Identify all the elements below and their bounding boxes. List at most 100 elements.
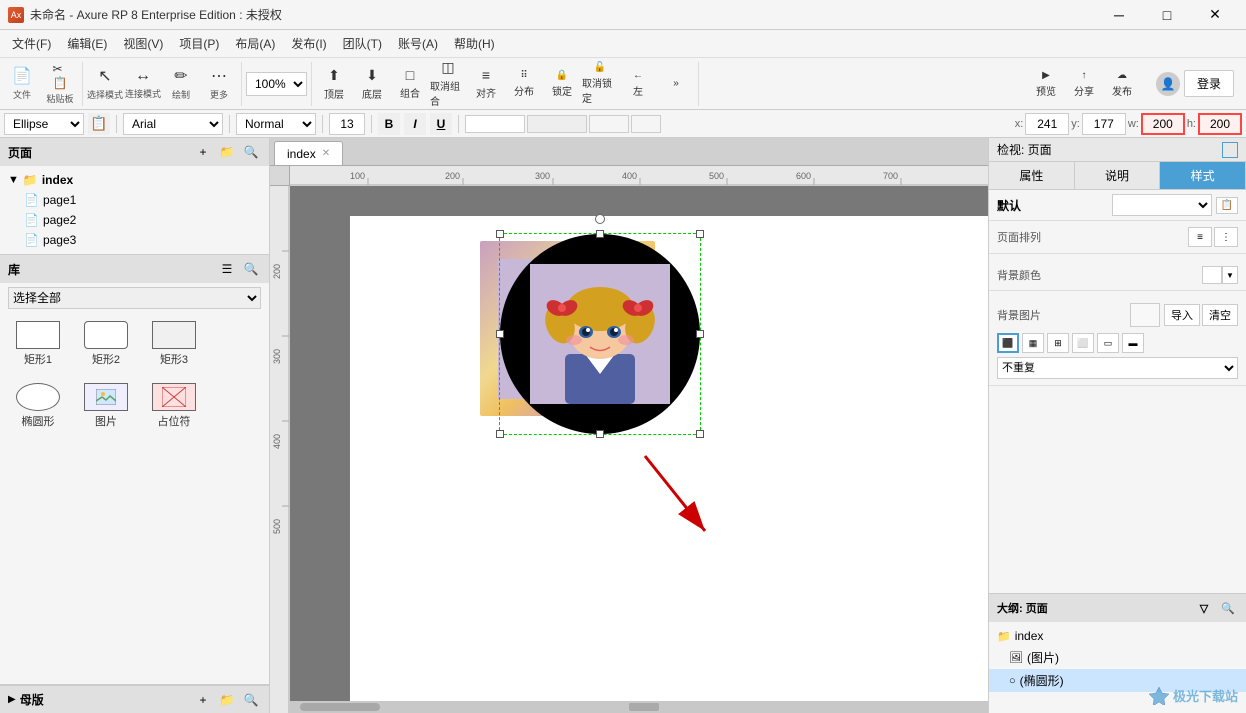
library-menu-btn[interactable]: ☰	[217, 259, 237, 279]
font-size-input[interactable]	[329, 113, 365, 135]
handle-tm[interactable]	[596, 230, 604, 238]
layer-image[interactable]: 🖼 (图片)	[989, 646, 1246, 669]
menu-publish[interactable]: 发布(I)	[283, 31, 334, 56]
masters-folder-btn[interactable]: 📁	[217, 690, 237, 710]
library-search-btn[interactable]: 🔍	[241, 259, 261, 279]
library-type-select[interactable]: 选择全部	[8, 287, 261, 309]
handle-tr[interactable]	[696, 230, 704, 238]
bg-color-dropdown[interactable]: ▼	[1222, 266, 1238, 284]
layout-left-btn[interactable]: ⋮	[1214, 227, 1238, 247]
library-item-image[interactable]: 图片	[76, 379, 136, 433]
shape-type-select[interactable]: Ellipse Rectangle	[4, 113, 84, 135]
bg-repeat-select[interactable]: 不重复	[997, 357, 1238, 379]
bg-clear-btn[interactable]: 清空	[1202, 304, 1238, 326]
library-item-rect2[interactable]: 矩形2	[76, 317, 136, 371]
toolbar-align-btn[interactable]: ≡ 对齐	[468, 64, 504, 104]
library-item-ellipse[interactable]: 椭圆形	[8, 379, 68, 433]
toolbar-left-btn[interactable]: ← 左	[620, 64, 656, 104]
bold-btn[interactable]: B	[378, 113, 400, 135]
page-tree-item-page3[interactable]: 📄 page3	[0, 230, 269, 250]
toolbar-file-btn[interactable]: 📄 文件	[4, 64, 40, 104]
pattern-btn-4[interactable]: ⬜	[1072, 333, 1094, 353]
layer-index[interactable]: 📁 index	[989, 626, 1246, 646]
login-button[interactable]: 登录	[1184, 70, 1234, 97]
toolbar-unlock-btn[interactable]: 🔓 取消锁定	[582, 64, 618, 104]
toolbar-distribute-btn[interactable]: ⠿ 分布	[506, 64, 542, 104]
pages-folder-btn[interactable]: 📁	[217, 142, 237, 162]
toolbar-publish-btn[interactable]: ☁ 发布	[1104, 64, 1140, 104]
masters-search-btn[interactable]: 🔍	[241, 690, 261, 710]
italic-btn[interactable]: I	[404, 113, 426, 135]
toolbar-top-layer-btn[interactable]: ⬆ 顶层	[316, 64, 352, 104]
font-style-select[interactable]: Normal Bold Italic	[236, 113, 316, 135]
pattern-btn-2[interactable]: ▦	[1022, 333, 1044, 353]
toolbar-preview-btn[interactable]: ▶ 预览	[1028, 64, 1064, 104]
page-tree-item-index[interactable]: ▼ 📁 index	[0, 170, 269, 190]
h-scroll-thumb[interactable]	[300, 703, 380, 711]
toolbar-lock-btn[interactable]: 🔒 锁定	[544, 64, 580, 104]
pattern-btn-1[interactable]: ⬛	[997, 333, 1019, 353]
y-input[interactable]	[1082, 113, 1126, 135]
menu-layout[interactable]: 布局(A)	[227, 31, 283, 56]
layers-filter-btn[interactable]: ▽	[1194, 598, 1214, 618]
toolbar-select-mode-btn[interactable]: ↖ 选择模式	[87, 64, 123, 104]
toolbar-draw-btn[interactable]: ✏ 绘制	[163, 64, 199, 104]
pages-search-btn[interactable]: 🔍	[241, 142, 261, 162]
toolbar-more2-btn[interactable]: »	[658, 64, 694, 104]
handle-ml[interactable]	[496, 330, 504, 338]
h-scrollbar[interactable]	[270, 701, 988, 713]
font-copy-btn[interactable]: 📋	[88, 113, 110, 135]
rotation-handle[interactable]	[595, 214, 605, 224]
masters-add-btn[interactable]: +	[193, 690, 213, 710]
pattern-btn-6[interactable]: ▬	[1122, 333, 1144, 353]
page-tree-item-page2[interactable]: 📄 page2	[0, 210, 269, 230]
ellipse-element[interactable]	[500, 234, 700, 434]
canvas-scroll-area[interactable]	[290, 186, 988, 701]
menu-file[interactable]: 文件(F)	[4, 31, 59, 56]
minimize-button[interactable]: ─	[1096, 0, 1142, 30]
handle-br[interactable]	[696, 430, 704, 438]
menu-edit[interactable]: 编辑(E)	[59, 31, 115, 56]
menu-account[interactable]: 账号(A)	[390, 31, 446, 56]
menu-view[interactable]: 视图(V)	[115, 31, 171, 56]
handle-tl[interactable]	[496, 230, 504, 238]
tab-notes[interactable]: 说明	[1075, 162, 1161, 189]
toolbar-group-btn[interactable]: □ 组合	[392, 64, 428, 104]
x-input[interactable]	[1025, 113, 1069, 135]
library-item-placeholder[interactable]: 占位符	[144, 379, 204, 433]
handle-bm[interactable]	[596, 430, 604, 438]
toolbar-bottom-layer-btn[interactable]: ⬇ 底层	[354, 64, 390, 104]
h-input[interactable]	[1198, 113, 1242, 135]
layers-search-btn[interactable]: 🔍	[1218, 598, 1238, 618]
toolbar-more-btn[interactable]: ⋯ 更多	[201, 64, 237, 104]
close-button[interactable]: ✕	[1192, 0, 1238, 30]
bg-color-box[interactable]	[1202, 266, 1222, 284]
menu-help[interactable]: 帮助(H)	[446, 31, 503, 56]
toolbar-share-btn[interactable]: ↑ 分享	[1066, 64, 1102, 104]
toolbar-ungroup-btn[interactable]: ◫ 取消组合	[430, 64, 466, 104]
underline-btn[interactable]: U	[430, 113, 452, 135]
zoom-select[interactable]: 100% 50% 150% 200%	[246, 72, 307, 96]
layout-center-btn[interactable]: ≡	[1188, 227, 1212, 247]
toolbar-connect-mode-btn[interactable]: ↔ 连接模式	[125, 64, 161, 104]
handle-mr[interactable]	[696, 330, 704, 338]
library-item-rect3[interactable]: 矩形3	[144, 317, 204, 371]
w-input[interactable]	[1141, 113, 1185, 135]
line-style-control[interactable]	[631, 115, 661, 133]
text-color-control[interactable]	[465, 115, 525, 133]
handle-bl[interactable]	[496, 430, 504, 438]
pages-add-btn[interactable]: +	[193, 142, 213, 162]
tab-properties[interactable]: 属性	[989, 162, 1075, 189]
menu-team[interactable]: 团队(T)	[335, 31, 390, 56]
page-tree-item-page1[interactable]: 📄 page1	[0, 190, 269, 210]
canvas-workspace[interactable]: 100 200 300 400 500 600 700	[270, 166, 988, 713]
tab-style[interactable]: 样式	[1160, 162, 1246, 189]
default-select[interactable]	[1112, 194, 1212, 216]
bg-import-btn[interactable]: 导入	[1164, 304, 1200, 326]
toolbar-clipboard-btn[interactable]: ✂📋 粘贴板	[42, 64, 78, 104]
font-family-select[interactable]: Arial Times New Roman	[123, 113, 223, 135]
pattern-btn-5[interactable]: ▭	[1097, 333, 1119, 353]
fill-color-control[interactable]	[527, 115, 587, 133]
pattern-btn-3[interactable]: ⊞	[1047, 333, 1069, 353]
canvas-tab-close[interactable]: ✕	[322, 148, 330, 159]
